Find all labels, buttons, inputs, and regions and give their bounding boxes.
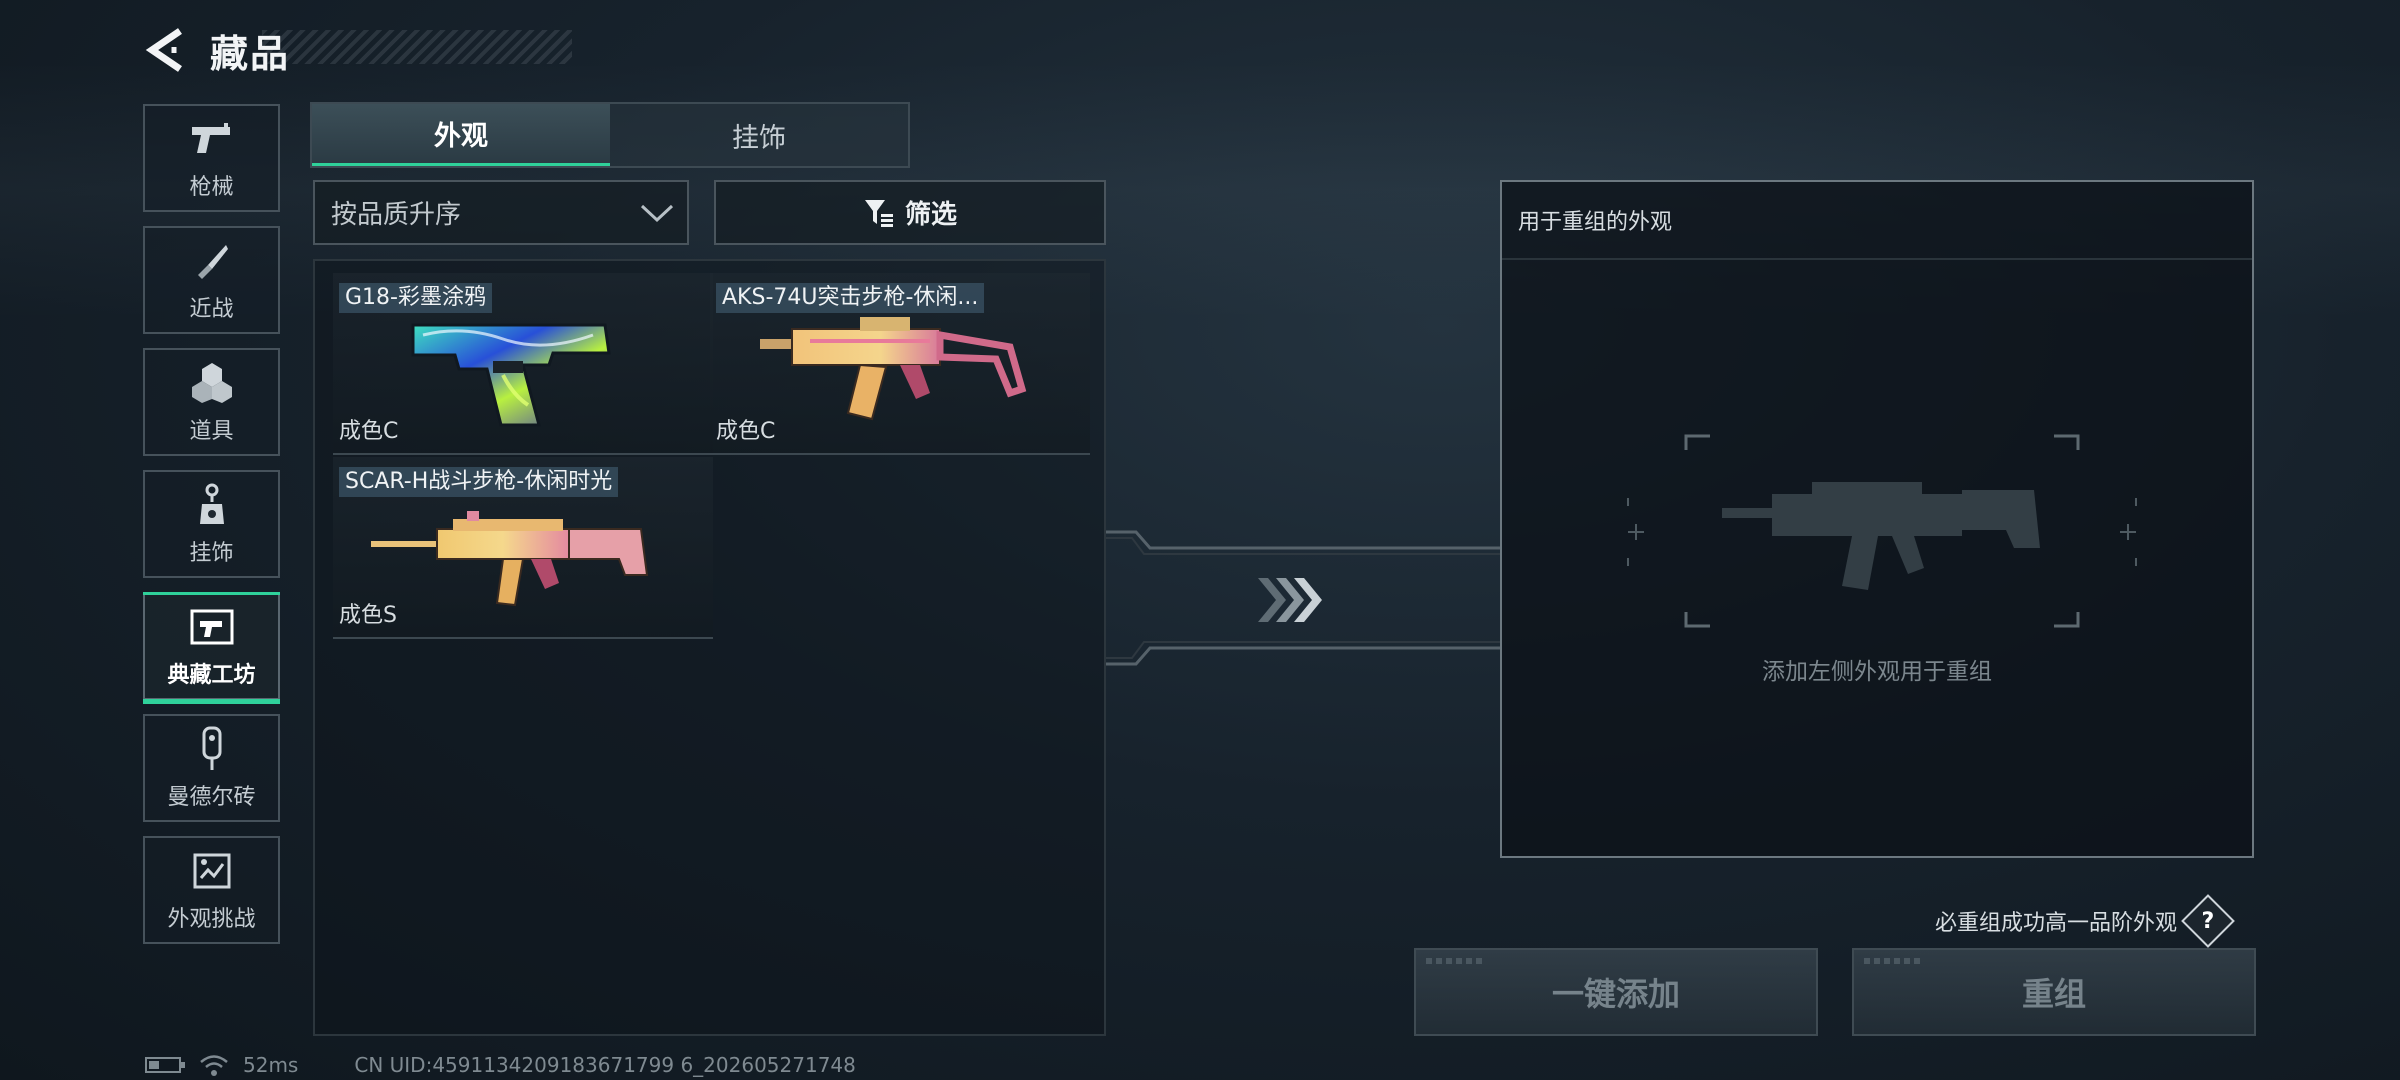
charm-icon — [188, 481, 236, 529]
card-divider — [333, 453, 713, 455]
sidebar-item-label: 曼德尔砖 — [167, 785, 256, 810]
skin-card-g18[interactable]: G18-彩墨涂鸦 成色C — [333, 273, 713, 455]
title-decoration — [262, 30, 572, 64]
filter-button[interactable]: 筛选 — [714, 180, 1106, 245]
chevron-right-icon — [1258, 578, 1322, 622]
rifle-skin-image — [371, 511, 649, 607]
tab-charms[interactable]: 挂饰 — [610, 104, 908, 166]
filter-icon — [864, 199, 893, 227]
skin-grade: 成色C — [339, 419, 399, 444]
skin-name: G18-彩墨涂鸦 — [339, 283, 492, 313]
back-button[interactable] — [140, 22, 190, 78]
brick-icon — [188, 725, 236, 773]
sidebar-item-label: 挂饰 — [189, 541, 234, 566]
remix-empty-hint: 添加左侧外观用于重组 — [1762, 659, 1992, 685]
filter-label: 筛选 — [904, 200, 957, 230]
skin-card-aks74u[interactable]: AKS-74U突击步枪-休闲... 成色C — [710, 273, 1090, 455]
ping-value: 52ms — [243, 1053, 299, 1077]
skin-grade: 成色C — [716, 419, 776, 444]
grenade-icon — [188, 359, 236, 407]
add-all-button[interactable]: 一键添加 — [1414, 948, 1818, 1036]
sort-dropdown[interactable]: 按品质升序 — [313, 180, 689, 245]
remix-guarantee-note: 必重组成功高一品阶外观 ? — [1935, 894, 2235, 948]
sidebar-item-gadgets[interactable]: 道具 — [143, 348, 280, 456]
sidebar-item-guns[interactable]: 枪械 — [143, 104, 280, 212]
skin-card-scar-h[interactable]: SCAR-H战斗步枪-休闲时光 成色S — [333, 457, 713, 639]
rifle-skin-image — [760, 317, 1027, 421]
help-button[interactable]: ? — [2181, 894, 2235, 948]
pistol-skin-image — [411, 323, 611, 427]
question-icon: ? — [2201, 908, 2215, 934]
item-grid: G18-彩墨涂鸦 成色C AKS-74U突击步枪-休闲... 成色C SCAR-… — [313, 259, 1106, 1036]
workshop-icon — [188, 603, 236, 651]
chevron-down-icon — [627, 202, 687, 224]
wifi-icon — [200, 1055, 228, 1076]
sidebar-item-workshop[interactable]: 典藏工坊 — [143, 592, 280, 704]
battery-icon — [145, 1057, 185, 1073]
card-divider — [710, 453, 1090, 455]
tab-bar: 外观 挂饰 — [310, 102, 910, 168]
pistol-icon — [188, 115, 236, 163]
sidebar-item-melee[interactable]: 近战 — [143, 226, 280, 334]
remix-panel-title: 用于重组的外观 — [1502, 182, 2252, 260]
sidebar-item-label: 外观挑战 — [167, 907, 256, 932]
tab-appearance[interactable]: 外观 — [312, 104, 610, 166]
sidebar-item-label: 近战 — [189, 297, 234, 322]
sort-value: 按品质升序 — [331, 200, 462, 230]
user-uid: CN UID:4591134209183671799 6_20260527174… — [354, 1053, 856, 1077]
remix-note-text: 必重组成功高一品阶外观 — [1935, 911, 2178, 936]
sidebar-item-mandel-brick[interactable]: 曼德尔砖 — [143, 714, 280, 822]
remix-button[interactable]: 重组 — [1852, 948, 2256, 1036]
page-title: 藏品 — [210, 31, 291, 76]
skin-grade: 成色S — [339, 603, 397, 628]
empty-slot-rifle-icon — [1627, 434, 2137, 628]
skin-name: AKS-74U突击步枪-休闲... — [716, 283, 985, 313]
sidebar-item-label: 典藏工坊 — [167, 663, 256, 688]
sidebar-item-charms[interactable]: 挂饰 — [143, 470, 280, 578]
page-header: 藏品 — [140, 22, 290, 78]
sidebar-item-label: 枪械 — [189, 175, 234, 200]
card-divider — [333, 637, 713, 639]
transfer-connector — [1106, 530, 1500, 666]
status-bar: 52ms CN UID:4591134209183671799 6_202605… — [145, 1052, 856, 1078]
sidebar-item-skin-challenge[interactable]: 外观挑战 — [143, 836, 280, 944]
skin-name: SCAR-H战斗步枪-休闲时光 — [339, 467, 619, 497]
challenge-icon — [188, 847, 236, 895]
category-sidebar: 枪械 近战 道具 挂饰 典藏工坊 曼德尔砖 外观挑战 — [143, 104, 280, 958]
knife-icon — [188, 237, 236, 285]
back-arrow-icon — [145, 28, 182, 72]
sidebar-item-label: 道具 — [189, 419, 234, 444]
remix-slot-panel[interactable]: 用于重组的外观 添加左侧外观用于重组 — [1500, 180, 2254, 858]
